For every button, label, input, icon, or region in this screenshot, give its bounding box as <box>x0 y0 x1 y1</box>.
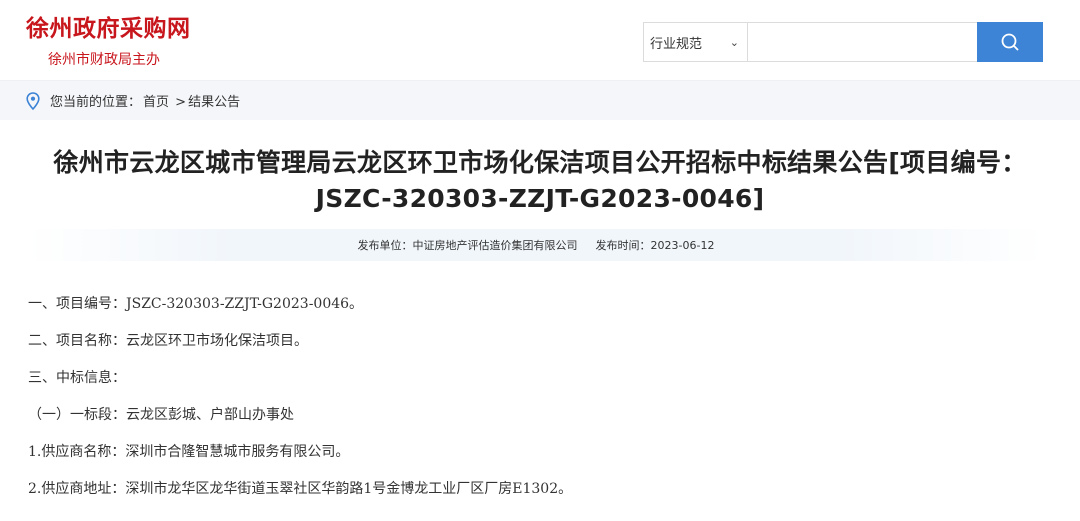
site-logo[interactable]: 徐州政府采购网 <box>26 9 191 43</box>
article-body: 一、项目编号：JSZC-320303-ZZJT-G2023-0046。 二、项目… <box>28 292 1058 514</box>
search-icon <box>1001 33 1019 51</box>
paragraph: 1.供应商名称：深圳市合隆智慧城市服务有限公司。 <box>28 444 350 460</box>
chevron-down-icon: ⌄ <box>729 35 739 49</box>
search-input[interactable] <box>747 22 977 62</box>
article-meta: 发布单位： 中证房地产评估造价集团有限公司 发布时间： 2023-06-12 <box>28 229 1044 261</box>
publisher-label: 发布单位： <box>357 239 413 252</box>
breadcrumb-prefix: 您当前的位置： <box>50 95 142 110</box>
breadcrumb-home-link[interactable]: 首页 <box>143 95 169 110</box>
location-pin-icon <box>26 91 40 110</box>
date-value: 2023-06-12 <box>650 238 715 252</box>
search-bar: 行业规范 ⌄ <box>643 22 1043 62</box>
breadcrumb-separator: > <box>175 95 187 110</box>
page-title: 徐州市云龙区城市管理局云龙区环卫市场化保洁项目公开招标中标结果公告[项目编号：J… <box>53 148 1027 213</box>
publisher-value: 中证房地产评估造价集团有限公司 <box>412 239 578 252</box>
breadcrumb-current[interactable]: 结果公告 <box>188 95 240 110</box>
paragraph: 三、中标信息： <box>28 370 126 386</box>
category-select[interactable]: 行业规范 ⌄ <box>643 22 747 62</box>
breadcrumb: 您当前的位置： 首页 > 结果公告 <box>0 80 1080 120</box>
site-subtitle: 徐州市财政局主办 <box>48 52 160 68</box>
paragraph: 2.供应商地址：深圳市龙华区龙华街道玉翠社区华韵路1号金博龙工业厂区厂房E130… <box>28 481 573 497</box>
category-select-value: 行业规范 <box>650 36 703 52</box>
date-label: 发布时间： <box>595 239 651 252</box>
breadcrumb-text: 您当前的位置： 首页 > 结果公告 <box>50 91 242 110</box>
paragraph: （一）一标段：云龙区彭城、户部山办事处 <box>28 407 294 423</box>
site-header: 徐州政府采购网 徐州市财政局主办 行业规范 ⌄ <box>0 0 1080 80</box>
paragraph: 二、项目名称：云龙区环卫市场化保洁项目。 <box>28 333 308 349</box>
search-button[interactable] <box>977 22 1043 62</box>
paragraph: 一、项目编号：JSZC-320303-ZZJT-G2023-0046。 <box>28 296 364 312</box>
